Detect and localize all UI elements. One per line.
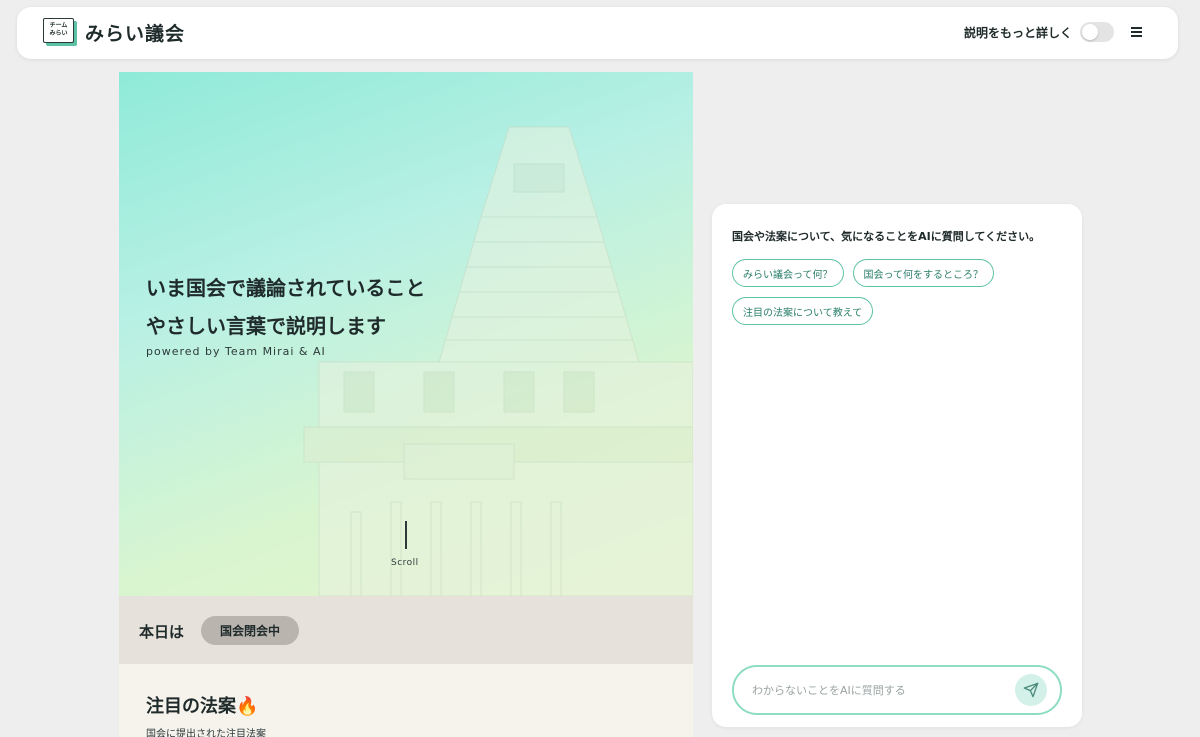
hero-section: いま国会で議論されていること やさしい言葉で説明します powered by T…	[119, 72, 693, 596]
featured-bills-subtitle: 国会に提出された注目法案	[146, 729, 266, 737]
chat-input-box	[732, 665, 1062, 715]
fire-icon: 🔥	[236, 696, 259, 717]
today-label: 本日は	[139, 623, 185, 641]
toggle-knob	[1082, 24, 1098, 40]
featured-bills-title-text: 注目の法案	[146, 696, 236, 717]
hero-title-line2: やさしい言葉で説明します	[146, 314, 386, 338]
send-button[interactable]	[1015, 674, 1047, 706]
scroll-indicator-label[interactable]: Scroll	[391, 558, 419, 568]
hero-title-line1: いま国会で議論されていること	[146, 276, 426, 300]
chat-input-field[interactable]	[752, 680, 1002, 700]
detail-toggle-switch[interactable]	[1080, 22, 1114, 42]
featured-bills-section: 注目の法案🔥 国会に提出された注目法案	[119, 664, 693, 737]
site-title: みらい議会	[85, 22, 186, 45]
hero-title: いま国会で議論されていること やさしい言葉で説明します	[146, 269, 425, 345]
diet-status-badge: 国会閉会中	[201, 616, 299, 645]
suggestion-chip[interactable]: 注目の法案について教えて	[732, 297, 874, 325]
top-header: チーム みらい みらい議会 説明をもっと詳しく	[17, 7, 1178, 59]
today-status-section: 本日は 国会閉会中	[119, 596, 693, 664]
logo-mark-line2: みらい	[49, 30, 68, 37]
site-logo[interactable]: チーム みらい みらい議会	[43, 18, 185, 46]
hamburger-menu-icon[interactable]	[1131, 25, 1142, 39]
paper-plane-send-icon	[1023, 682, 1039, 698]
logo-mark-line1: チーム	[49, 22, 68, 29]
ai-chat-panel: 国会や法案について、気になることをAIに質問してください。 みらい議会って何？ …	[712, 204, 1082, 727]
team-mirai-logo-mark: チーム みらい	[43, 18, 77, 46]
suggestion-chip[interactable]: みらい議会って何？	[732, 259, 844, 287]
featured-bills-title: 注目の法案🔥	[146, 692, 258, 718]
hero-powered-by: powered by Team Mirai & AI	[146, 345, 326, 358]
suggestion-chip[interactable]: 国会って何をするところ？	[852, 259, 994, 287]
detail-toggle-group: 説明をもっと詳しく	[964, 22, 1114, 42]
detail-toggle-label: 説明をもっと詳しく	[963, 25, 1072, 40]
scroll-indicator-line	[405, 521, 407, 549]
chat-prompt-text: 国会や法案について、気になることをAIに質問してください。	[732, 230, 1041, 243]
suggestion-chips: みらい議会って何？ 国会って何をするところ？ 注目の法案について教えて	[732, 259, 1062, 325]
